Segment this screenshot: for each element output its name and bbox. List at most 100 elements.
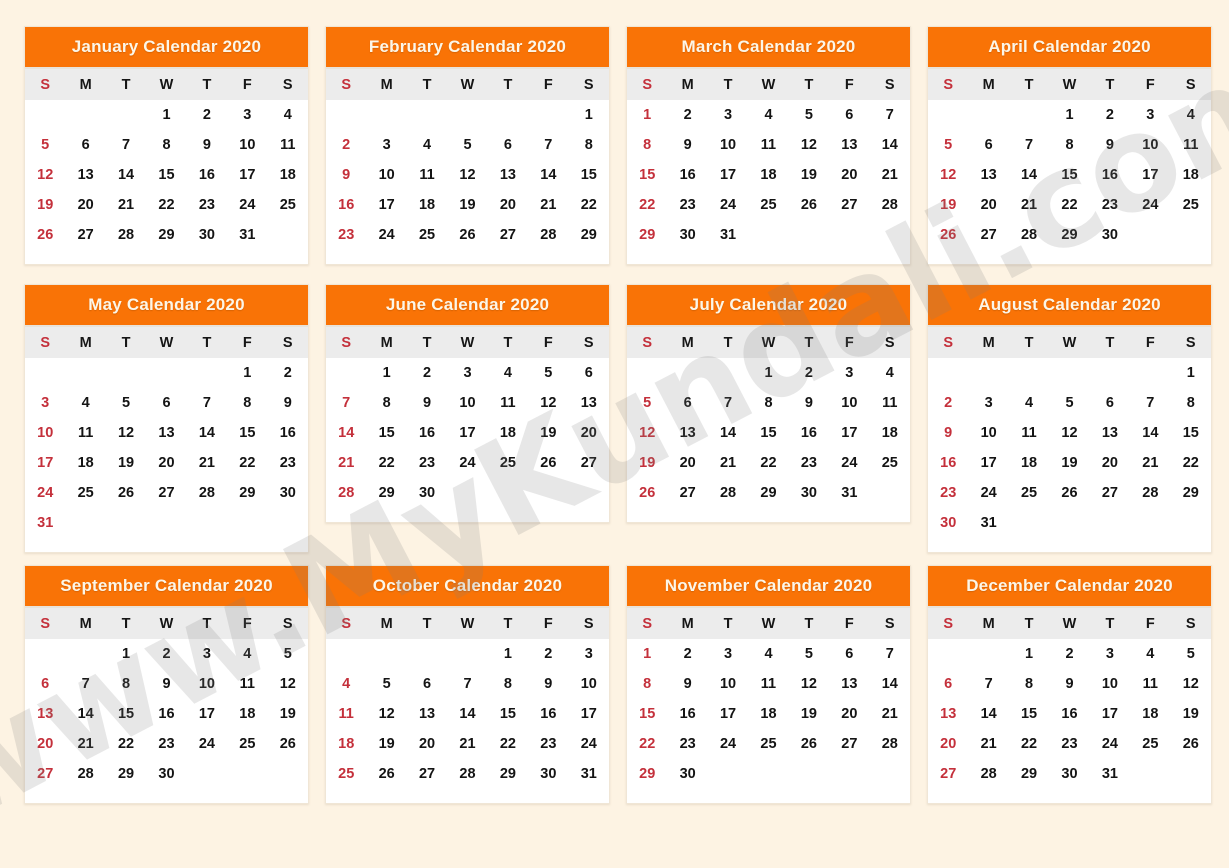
day-cell[interactable]: 28 (1008, 220, 1050, 250)
day-cell[interactable]: 9 (528, 669, 569, 699)
day-cell[interactable]: 26 (788, 729, 830, 759)
day-cell[interactable]: 6 (968, 130, 1009, 160)
day-cell[interactable]: 19 (25, 190, 66, 220)
day-cell[interactable]: 21 (1130, 448, 1171, 478)
day-cell[interactable]: 26 (366, 759, 407, 789)
day-cell[interactable]: 2 (146, 639, 187, 669)
day-cell[interactable]: 5 (1049, 388, 1090, 418)
day-cell[interactable]: 7 (65, 669, 106, 699)
day-cell[interactable]: 3 (829, 358, 870, 388)
day-cell[interactable]: 27 (928, 759, 969, 789)
day-cell[interactable]: 23 (186, 190, 228, 220)
day-cell[interactable]: 25 (1170, 190, 1211, 220)
day-cell[interactable]: 5 (528, 358, 569, 388)
day-cell[interactable]: 8 (627, 669, 668, 699)
day-cell[interactable]: 1 (366, 358, 407, 388)
day-cell[interactable]: 6 (928, 669, 969, 699)
day-cell[interactable]: 19 (1170, 699, 1211, 729)
day-cell[interactable]: 22 (568, 190, 609, 220)
day-cell[interactable]: 9 (146, 669, 187, 699)
day-cell[interactable]: 11 (748, 669, 789, 699)
day-cell[interactable]: 26 (928, 220, 969, 250)
day-cell[interactable]: 4 (748, 100, 789, 130)
day-cell[interactable]: 19 (528, 418, 569, 448)
day-cell[interactable]: 6 (667, 388, 708, 418)
day-cell[interactable]: 8 (1170, 388, 1211, 418)
day-cell[interactable]: 4 (406, 130, 448, 160)
day-cell[interactable]: 2 (788, 358, 830, 388)
day-cell[interactable]: 7 (447, 669, 488, 699)
day-cell[interactable]: 28 (105, 220, 147, 250)
day-cell[interactable]: 12 (928, 160, 969, 190)
day-cell[interactable]: 4 (1008, 388, 1050, 418)
day-cell[interactable]: 15 (1170, 418, 1211, 448)
day-cell[interactable]: 7 (869, 639, 910, 669)
day-cell[interactable]: 23 (146, 729, 187, 759)
day-cell[interactable]: 23 (326, 220, 367, 250)
day-cell[interactable]: 22 (487, 729, 529, 759)
day-cell[interactable]: 5 (928, 130, 969, 160)
day-cell[interactable]: 2 (267, 358, 308, 388)
day-cell[interactable]: 29 (627, 220, 668, 250)
day-cell[interactable]: 10 (568, 669, 609, 699)
day-cell[interactable]: 14 (65, 699, 106, 729)
day-cell[interactable]: 23 (667, 729, 708, 759)
day-cell[interactable]: 15 (748, 418, 789, 448)
day-cell[interactable]: 18 (267, 160, 308, 190)
day-cell[interactable]: 30 (928, 508, 969, 538)
day-cell[interactable]: 20 (146, 448, 187, 478)
day-cell[interactable]: 28 (447, 759, 488, 789)
day-cell[interactable]: 30 (667, 220, 708, 250)
day-cell[interactable]: 14 (528, 160, 569, 190)
day-cell[interactable]: 21 (65, 729, 106, 759)
day-cell[interactable]: 21 (105, 190, 147, 220)
day-cell[interactable]: 27 (829, 190, 870, 220)
day-cell[interactable]: 3 (1130, 100, 1171, 130)
day-cell[interactable]: 24 (25, 478, 66, 508)
day-cell[interactable]: 4 (227, 639, 268, 669)
day-cell[interactable]: 24 (568, 729, 609, 759)
day-cell[interactable]: 9 (667, 669, 708, 699)
day-cell[interactable]: 17 (25, 448, 66, 478)
day-cell[interactable]: 29 (105, 759, 147, 789)
day-cell[interactable]: 2 (1089, 100, 1131, 130)
day-cell[interactable]: 16 (267, 418, 308, 448)
day-cell[interactable]: 31 (227, 220, 268, 250)
day-cell[interactable]: 31 (829, 478, 870, 508)
day-cell[interactable]: 1 (105, 639, 147, 669)
day-cell[interactable]: 10 (227, 130, 268, 160)
day-cell[interactable]: 23 (1089, 190, 1131, 220)
day-cell[interactable]: 27 (1089, 478, 1131, 508)
day-cell[interactable]: 3 (1089, 639, 1131, 669)
day-cell[interactable]: 8 (227, 388, 268, 418)
day-cell[interactable]: 6 (65, 130, 106, 160)
day-cell[interactable]: 8 (146, 130, 187, 160)
day-cell[interactable]: 15 (366, 418, 407, 448)
day-cell[interactable]: 30 (406, 478, 448, 508)
day-cell[interactable]: 6 (829, 639, 870, 669)
day-cell[interactable]: 25 (65, 478, 106, 508)
day-cell[interactable]: 7 (968, 669, 1009, 699)
day-cell[interactable]: 26 (105, 478, 147, 508)
day-cell[interactable]: 11 (65, 418, 106, 448)
day-cell[interactable]: 28 (326, 478, 367, 508)
day-cell[interactable]: 16 (788, 418, 830, 448)
day-cell[interactable]: 25 (267, 190, 308, 220)
day-cell[interactable]: 13 (568, 388, 609, 418)
day-cell[interactable]: 25 (406, 220, 448, 250)
day-cell[interactable]: 29 (748, 478, 789, 508)
day-cell[interactable]: 5 (105, 388, 147, 418)
day-cell[interactable]: 28 (869, 190, 910, 220)
day-cell[interactable]: 13 (487, 160, 529, 190)
day-cell[interactable]: 12 (447, 160, 488, 190)
day-cell[interactable]: 26 (788, 190, 830, 220)
day-cell[interactable]: 27 (568, 448, 609, 478)
day-cell[interactable]: 7 (1008, 130, 1050, 160)
day-cell[interactable]: 1 (1049, 100, 1090, 130)
day-cell[interactable]: 12 (788, 669, 830, 699)
day-cell[interactable]: 13 (406, 699, 448, 729)
day-cell[interactable]: 16 (667, 160, 708, 190)
day-cell[interactable]: 21 (869, 699, 910, 729)
day-cell[interactable]: 22 (1170, 448, 1211, 478)
day-cell[interactable]: 25 (748, 190, 789, 220)
